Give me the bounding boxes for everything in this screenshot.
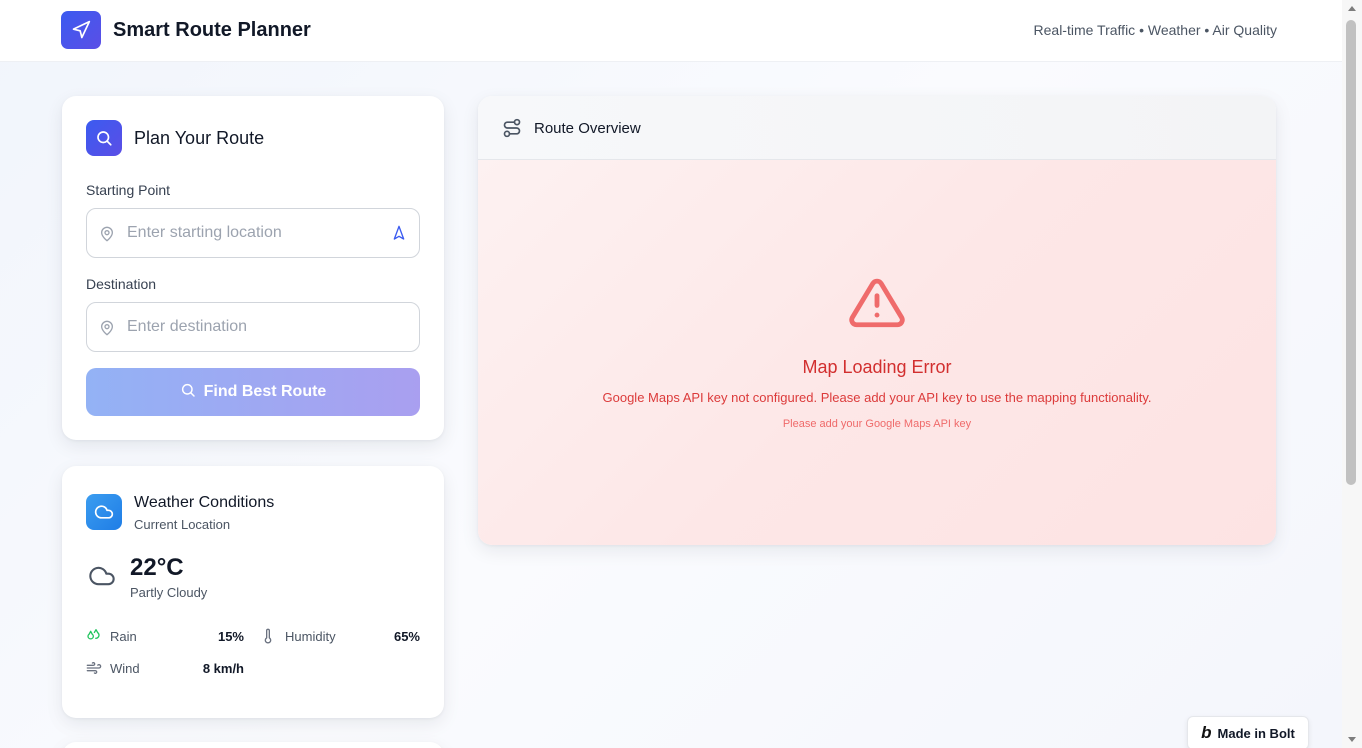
find-best-route-label: Find Best Route — [203, 383, 327, 400]
weather-location: Current Location — [134, 517, 231, 532]
starting-point-input[interactable] — [127, 209, 377, 257]
humidity-label: Humidity — [285, 629, 336, 644]
weather-card: Weather Conditions Current Location 22°C… — [62, 466, 444, 718]
error-message: Google Maps API key not configured. Plea… — [602, 390, 1152, 405]
thermometer-icon — [260, 628, 276, 649]
rain-label: Rain — [110, 629, 137, 644]
wind-value: 8 km/h — [202, 661, 244, 676]
scrollbar-thumb[interactable] — [1346, 20, 1356, 485]
weather-title: Weather Conditions — [134, 494, 275, 511]
cloud-icon — [86, 562, 118, 595]
scroll-down-arrow-icon[interactable] — [1348, 737, 1356, 742]
map-header: Route Overview — [478, 96, 1276, 160]
page-scrollbar[interactable] — [1342, 0, 1362, 748]
warning-triangle-icon — [846, 274, 908, 337]
search-icon — [86, 120, 122, 156]
destination-input[interactable] — [127, 303, 377, 351]
droplets-icon — [86, 628, 102, 649]
app-title: Smart Route Planner — [113, 19, 311, 41]
error-hint: Please add your Google Maps API key — [782, 418, 972, 430]
starting-point-label: Starting Point — [86, 182, 171, 198]
plan-title: Plan Your Route — [134, 128, 265, 148]
map-title: Route Overview — [534, 120, 641, 137]
error-title: Map Loading Error — [802, 357, 952, 377]
bolt-badge-label: Made in Bolt — [1217, 725, 1295, 741]
header-tagline: Real-time Traffic • Weather • Air Qualit… — [1033, 22, 1277, 38]
cloud-icon — [86, 494, 122, 530]
scroll-up-arrow-icon[interactable] — [1348, 6, 1356, 11]
weather-condition: Partly Cloudy — [130, 585, 208, 600]
humidity-value: 65% — [393, 629, 420, 644]
map-error-panel: Map Loading Error Google Maps API key no… — [478, 160, 1276, 545]
search-icon — [180, 382, 196, 403]
find-best-route-button[interactable]: Find Best Route — [86, 368, 420, 416]
destination-field[interactable] — [86, 302, 420, 352]
app-header: Smart Route Planner Real-time Traffic • … — [0, 0, 1342, 62]
map-pin-icon — [99, 225, 115, 248]
plan-route-card: Plan Your Route Starting Point Destinati… — [62, 96, 444, 440]
bolt-logo-icon: b — [1201, 723, 1212, 742]
route-overview-card: Route Overview Map Loading Error Google … — [478, 96, 1276, 545]
made-in-bolt-badge[interactable]: b Made in Bolt — [1187, 716, 1309, 748]
destination-label: Destination — [86, 276, 157, 292]
wind-icon — [86, 660, 102, 681]
rain-value: 15% — [217, 629, 244, 644]
map-pin-icon — [99, 319, 115, 342]
navigation-arrow-icon — [61, 11, 101, 49]
next-card — [62, 742, 444, 748]
starting-point-field[interactable] — [86, 208, 420, 258]
temperature: 22°C — [130, 554, 184, 581]
locate-me-icon[interactable] — [391, 224, 407, 247]
route-icon — [502, 118, 522, 143]
wind-label: Wind — [110, 661, 140, 676]
